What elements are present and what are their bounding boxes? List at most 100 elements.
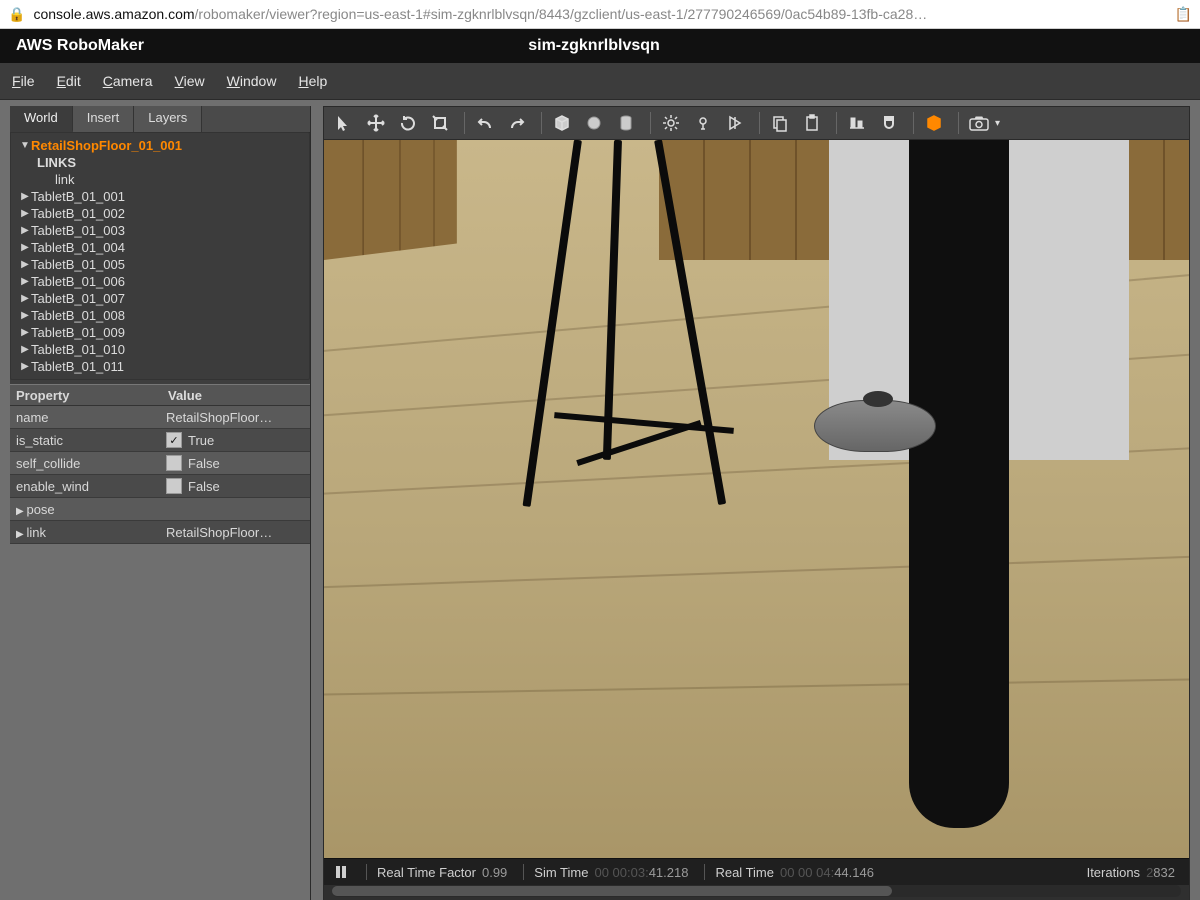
align-icon[interactable] [843,110,871,136]
copy-icon[interactable] [766,110,794,136]
tree-item-link[interactable]: link [19,171,305,188]
menu-bar: File Edit Camera View Window Help [0,63,1200,100]
tab-layers[interactable]: Layers [134,106,202,132]
chevron-right-icon[interactable]: ▶ [19,191,31,202]
screenshot-icon[interactable] [965,110,993,136]
tree-item[interactable]: ▶TabletB_01_008 [19,307,305,324]
lock-icon: 🔒 [8,6,25,23]
tree-links-header: LINKS [19,154,305,171]
toolbar-separator [958,112,959,134]
chevron-right-icon[interactable]: ▶ [19,344,31,355]
menu-edit[interactable]: Edit [57,73,81,89]
chevron-right-icon[interactable]: ▶ [19,361,31,372]
chevron-right-icon[interactable]: ▶ [16,529,26,540]
tree-label: TabletB_01_002 [31,206,125,221]
prop-name: name [10,410,162,425]
prop-name: link [26,525,46,540]
chevron-right-icon[interactable]: ▶ [19,225,31,236]
side-tabs: World Insert Layers [10,106,310,133]
prop-value: False [188,479,220,494]
toolbar-separator [464,112,465,134]
clipboard-icon[interactable]: 📋 [1175,6,1192,23]
menu-view[interactable]: View [175,73,205,89]
spotlight-icon[interactable] [721,110,749,136]
pointlight-icon[interactable] [689,110,717,136]
sphere-icon[interactable] [580,110,608,136]
tree-label: TabletB_01_007 [31,291,125,306]
rtf-label: Real Time Factor [377,865,476,880]
dropdown-icon[interactable]: ▾ [995,118,1000,129]
viewport-panel: ▾ [323,106,1190,900]
property-header-prop: Property [10,388,162,403]
checkbox-checked-icon[interactable]: ✓ [166,432,182,448]
checkbox-unchecked-icon[interactable] [166,478,182,494]
checkbox-unchecked-icon[interactable] [166,455,182,471]
tree-item[interactable]: ▶TabletB_01_006 [19,273,305,290]
robot-model [814,400,936,452]
chevron-right-icon[interactable]: ▶ [19,327,31,338]
tree-item[interactable]: ▶TabletB_01_002 [19,205,305,222]
prop-row-enable-wind: enable_wind False [10,475,310,498]
menu-camera[interactable]: Camera [103,73,153,89]
chevron-right-icon[interactable]: ▶ [19,276,31,287]
move-icon[interactable] [362,110,390,136]
tree-item[interactable]: ▶TabletB_01_010 [19,341,305,358]
simulation-title: sim-zgknrlblvsqn [144,37,1044,55]
app-banner: AWS RoboMaker sim-zgknrlblvsqn [0,29,1200,63]
url-path: /robomaker/viewer?region=us-east-1#sim-z… [195,6,928,22]
realtime-label: Real Time [715,865,774,880]
tree-item[interactable]: ▶TabletB_01_005 [19,256,305,273]
tree-label: TabletB_01_001 [31,189,125,204]
chevron-right-icon[interactable]: ▶ [19,293,31,304]
chevron-right-icon[interactable]: ▶ [19,242,31,253]
rotate-icon[interactable] [394,110,422,136]
pointer-icon[interactable] [330,110,358,136]
tree-item[interactable]: ▶TabletB_01_003 [19,222,305,239]
chevron-right-icon[interactable]: ▶ [19,208,31,219]
toolbar-separator [650,112,651,134]
app-name: AWS RoboMaker [16,37,144,55]
tree-label: TabletB_01_003 [31,223,125,238]
pause-icon[interactable] [332,865,350,879]
tree-label: TabletB_01_005 [31,257,125,272]
tree-label: TabletB_01_006 [31,274,125,289]
menu-help[interactable]: Help [298,73,327,89]
sun-icon[interactable] [657,110,685,136]
tab-insert[interactable]: Insert [73,106,135,132]
menu-file[interactable]: File [12,73,35,89]
world-tree[interactable]: ▼ RetailShopFloor_01_001 LINKS link ▶Tab… [10,132,310,380]
horizontal-scrollbar[interactable] [332,885,1181,897]
undo-icon[interactable] [471,110,499,136]
toolbar-separator [913,112,914,134]
prop-row-link[interactable]: ▶ link RetailShopFloor… [10,521,310,544]
prop-row-is-static: is_static ✓ True [10,429,310,452]
tree-item[interactable]: ▶TabletB_01_001 [19,188,305,205]
prop-name: pose [26,502,54,517]
rtf-value: 0.99 [482,865,507,880]
paste-icon[interactable] [798,110,826,136]
tree-item[interactable]: ▶TabletB_01_009 [19,324,305,341]
prop-value[interactable]: RetailShopFloor… [162,410,310,425]
cylinder-icon[interactable] [612,110,640,136]
magnet-icon[interactable] [875,110,903,136]
browser-address-bar: 🔒 console.aws.amazon.com /robomaker/view… [0,0,1200,29]
chevron-right-icon[interactable]: ▶ [16,506,26,517]
chevron-down-icon[interactable]: ▼ [19,140,31,151]
scale-icon[interactable] [426,110,454,136]
tree-item-selected[interactable]: ▼ RetailShopFloor_01_001 [19,137,305,154]
3d-viewport[interactable] [324,140,1189,858]
tree-label: TabletB_01_009 [31,325,125,340]
chevron-right-icon[interactable]: ▶ [19,259,31,270]
prop-row-pose[interactable]: ▶ pose [10,498,310,521]
perspective-icon[interactable] [920,110,948,136]
tree-item[interactable]: ▶TabletB_01_011 [19,358,305,375]
menu-window[interactable]: Window [227,73,277,89]
realtime-hi: 00 00 04: [780,865,834,880]
viewport-toolbar: ▾ [324,107,1189,140]
tree-item[interactable]: ▶TabletB_01_004 [19,239,305,256]
redo-icon[interactable] [503,110,531,136]
tree-item[interactable]: ▶TabletB_01_007 [19,290,305,307]
cube-icon[interactable] [548,110,576,136]
chevron-right-icon[interactable]: ▶ [19,310,31,321]
tab-world[interactable]: World [10,106,73,132]
